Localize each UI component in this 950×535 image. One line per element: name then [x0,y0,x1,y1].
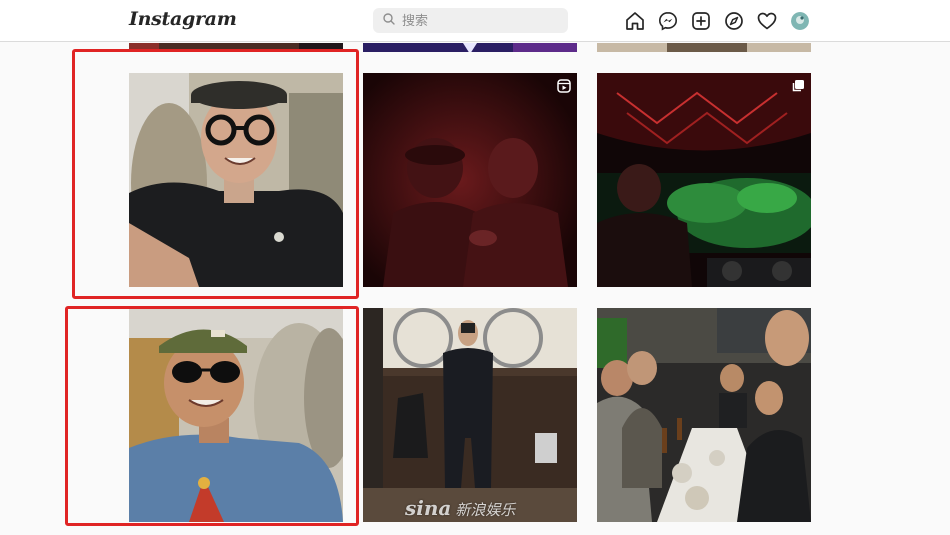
grid-tile-row1-2[interactable] [363,73,577,287]
grid-tile-row1-1[interactable] [129,73,343,287]
nav-icons [624,10,811,32]
instagram-logo[interactable]: Instagram [129,8,237,30]
profile-avatar[interactable] [789,10,811,32]
top-navigation-bar: Instagram [0,0,950,42]
new-post-icon[interactable] [690,10,712,32]
grid-tile-previous-2[interactable] [363,41,577,52]
messenger-icon[interactable] [657,10,679,32]
watermark-text: 新浪娱乐 [455,501,516,519]
grid-tile-row2-1[interactable] [129,308,343,522]
search-input[interactable] [402,13,552,28]
search-box[interactable] [373,8,568,33]
explore-icon[interactable] [723,10,745,32]
watermark-logo: sina [405,496,452,520]
grid-tile-previous-3[interactable] [597,41,811,52]
carousel-icon [791,79,805,93]
activity-heart-icon[interactable] [756,10,778,32]
sina-watermark: sina 新浪娱乐 [405,496,515,520]
grid-tile-row1-3[interactable] [597,73,811,287]
avatar [791,12,809,30]
search-icon [383,12,395,30]
grid-tile-row2-3[interactable] [597,308,811,522]
home-icon[interactable] [624,10,646,32]
grid-tile-row2-2[interactable]: sina 新浪娱乐 [363,308,577,522]
reel-icon [557,79,571,93]
grid-tile-previous-1[interactable] [129,41,343,52]
